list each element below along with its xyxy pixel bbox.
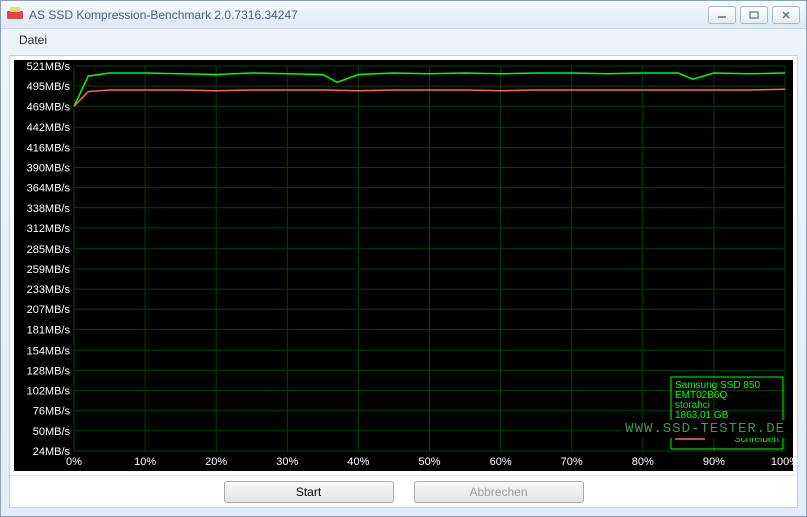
svg-text:154MB/s: 154MB/s	[27, 345, 71, 357]
minimize-icon	[717, 11, 727, 19]
svg-text:90%: 90%	[703, 456, 725, 468]
svg-text:495MB/s: 495MB/s	[27, 81, 71, 93]
svg-text:390MB/s: 390MB/s	[27, 162, 71, 174]
svg-text:285MB/s: 285MB/s	[27, 244, 71, 256]
maximize-icon	[749, 11, 759, 19]
svg-text:521MB/s: 521MB/s	[27, 61, 71, 73]
svg-text:20%: 20%	[205, 456, 227, 468]
watermark: WWW.SSD-TESTER.DE	[621, 420, 789, 438]
button-bar: Start Abbrechen	[10, 475, 797, 507]
svg-text:416MB/s: 416MB/s	[27, 142, 71, 154]
svg-text:50%: 50%	[418, 456, 440, 468]
svg-text:76MB/s: 76MB/s	[33, 406, 71, 418]
svg-text:40%: 40%	[347, 456, 369, 468]
svg-text:338MB/s: 338MB/s	[27, 203, 71, 215]
svg-text:128MB/s: 128MB/s	[27, 365, 71, 377]
svg-text:24MB/s: 24MB/s	[33, 446, 71, 458]
window-title: AS SSD Kompression-Benchmark 2.0.7316.34…	[29, 8, 708, 22]
app-window: AS SSD Kompression-Benchmark 2.0.7316.34…	[0, 0, 807, 517]
close-button[interactable]	[772, 6, 800, 24]
menubar: Datei	[1, 29, 806, 51]
window-controls	[708, 6, 800, 24]
svg-text:50MB/s: 50MB/s	[33, 426, 71, 438]
svg-text:207MB/s: 207MB/s	[27, 304, 71, 316]
start-button[interactable]: Start	[224, 481, 394, 503]
maximize-button[interactable]	[740, 6, 768, 24]
svg-text:60%: 60%	[490, 456, 512, 468]
svg-text:233MB/s: 233MB/s	[27, 284, 71, 296]
svg-text:0%: 0%	[66, 456, 82, 468]
svg-text:364MB/s: 364MB/s	[27, 183, 71, 195]
svg-text:259MB/s: 259MB/s	[27, 264, 71, 276]
svg-text:469MB/s: 469MB/s	[27, 101, 71, 113]
svg-text:100%: 100%	[771, 456, 793, 468]
abort-button: Abbrechen	[414, 481, 584, 503]
svg-text:30%: 30%	[276, 456, 298, 468]
content-panel: 521MB/s 495MB/s 469MB/s 442MB/s 416MB/s 390MB…	[9, 55, 798, 508]
close-icon	[781, 11, 791, 19]
titlebar: AS SSD Kompression-Benchmark 2.0.7316.34…	[1, 1, 806, 29]
menu-file[interactable]: Datei	[11, 31, 55, 49]
benchmark-chart: 521MB/s 495MB/s 469MB/s 442MB/s 416MB/s 390MB…	[14, 60, 793, 471]
svg-text:181MB/s: 181MB/s	[27, 324, 71, 336]
app-icon	[7, 7, 23, 23]
svg-text:102MB/s: 102MB/s	[27, 386, 71, 398]
svg-text:70%: 70%	[561, 456, 583, 468]
svg-text:312MB/s: 312MB/s	[27, 223, 71, 235]
minimize-button[interactable]	[708, 6, 736, 24]
svg-text:10%: 10%	[134, 456, 156, 468]
svg-text:442MB/s: 442MB/s	[27, 122, 71, 134]
chart-area: 521MB/s 495MB/s 469MB/s 442MB/s 416MB/s 390MB…	[14, 60, 793, 471]
svg-text:80%: 80%	[632, 456, 654, 468]
